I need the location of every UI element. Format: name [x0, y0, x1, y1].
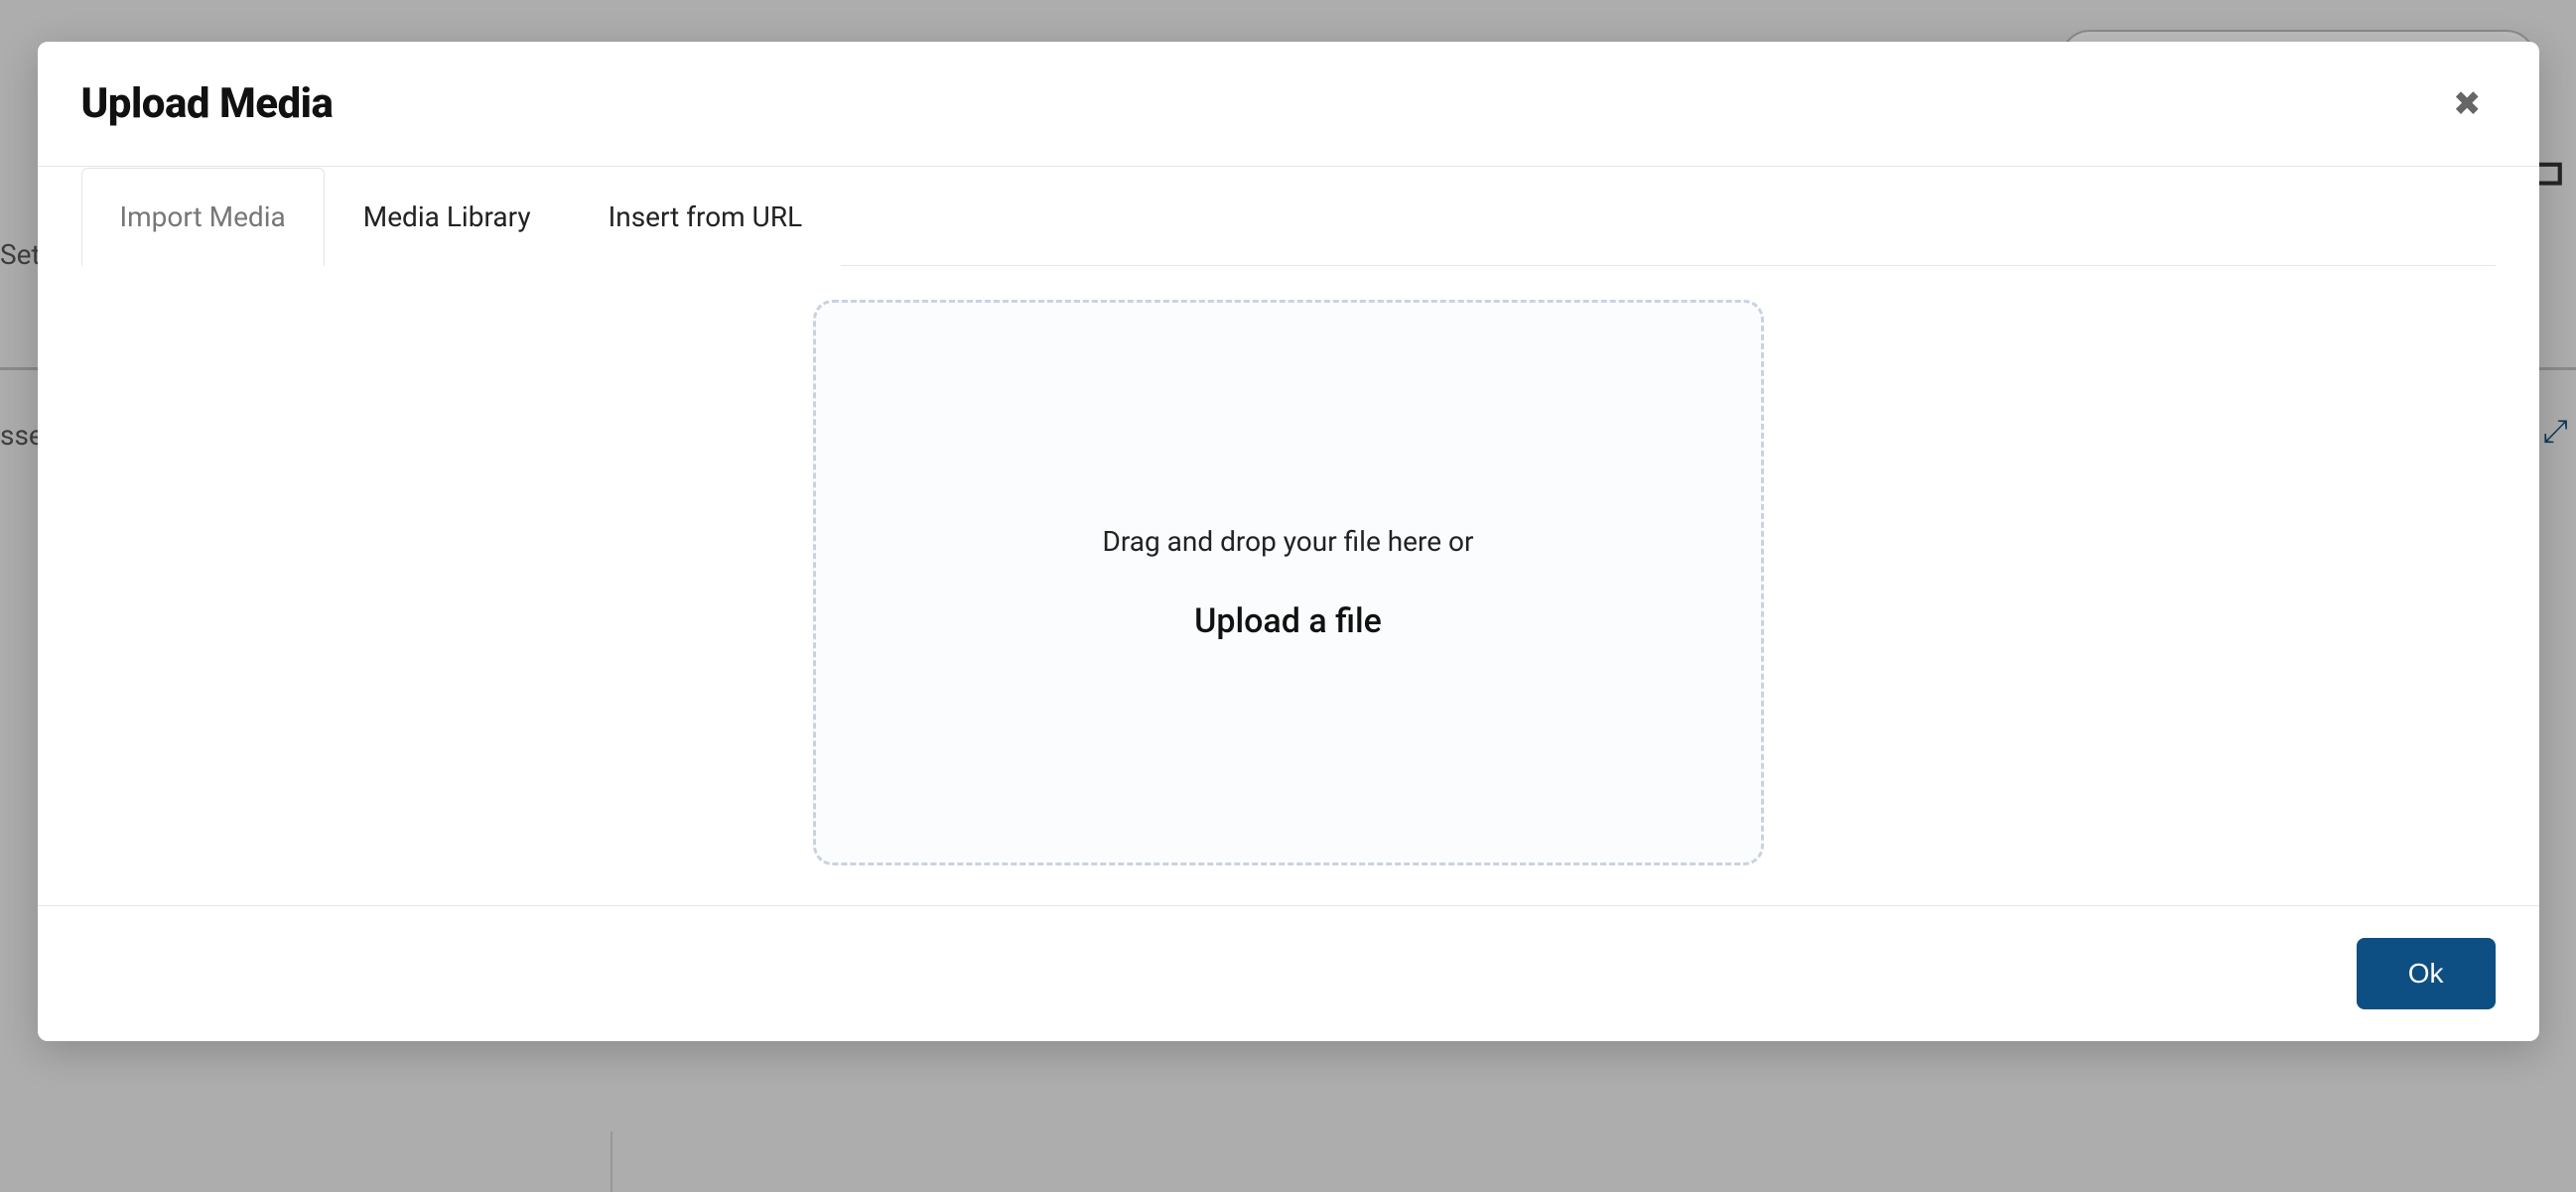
- modal-header: Upload Media ✖: [38, 42, 2539, 167]
- modal-overlay: Upload Media ✖ Import Media Media Librar…: [0, 0, 2576, 1192]
- ok-button[interactable]: Ok: [2357, 938, 2496, 1009]
- tab-import-media[interactable]: Import Media: [81, 168, 325, 266]
- file-dropzone[interactable]: Drag and drop your file here or Upload a…: [813, 300, 1764, 865]
- modal-body: Import Media Media Library Insert from U…: [38, 167, 2539, 905]
- upload-media-modal: Upload Media ✖ Import Media Media Librar…: [38, 42, 2539, 1041]
- modal-title: Upload Media: [81, 79, 334, 128]
- tab-media-library[interactable]: Media Library: [325, 168, 570, 266]
- tabs: Import Media Media Library Insert from U…: [81, 167, 2496, 266]
- modal-footer: Ok: [38, 905, 2539, 1041]
- dropzone-instruction: Drag and drop your file here or: [1102, 525, 1473, 558]
- upload-file-link[interactable]: Upload a file: [1194, 601, 1382, 641]
- close-icon: ✖: [2453, 85, 2482, 123]
- tab-insert-from-url[interactable]: Insert from URL: [570, 168, 842, 266]
- close-button[interactable]: ✖: [2443, 81, 2492, 127]
